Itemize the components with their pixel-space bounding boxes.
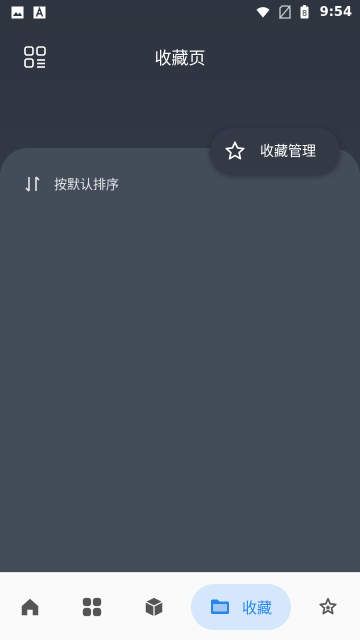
folder-icon (210, 598, 230, 616)
nav-favorites[interactable]: 收藏 (191, 584, 291, 630)
bottom-nav: 收藏 (0, 572, 360, 640)
status-right: 8 9:54 (256, 5, 352, 20)
home-icon (19, 596, 41, 618)
nav-home[interactable] (10, 585, 50, 629)
status-left (10, 5, 46, 19)
status-bar: 8 9:54 (0, 0, 360, 24)
sort-label: 按默认排序 (54, 178, 120, 193)
nav-featured[interactable] (308, 585, 348, 629)
star-icon (224, 140, 246, 162)
manage-label: 收藏管理 (260, 144, 316, 160)
apps-icon (81, 596, 103, 618)
favorites-manage-button[interactable]: 收藏管理 (210, 128, 340, 174)
favorites-screen: 8 9:54 收藏页 按默认排序 收藏管理 收藏 (0, 0, 360, 640)
header: 收藏页 (0, 24, 360, 88)
cube-icon (143, 596, 165, 618)
battery-level: 8 (302, 9, 307, 18)
nav-cube[interactable] (134, 585, 174, 629)
page-title: 收藏页 (154, 49, 206, 69)
star-sparkle-icon (317, 596, 339, 618)
sort-button[interactable]: 按默认排序 (24, 174, 119, 193)
nav-favorites-label: 收藏 (241, 598, 272, 617)
font-icon (32, 5, 46, 19)
wifi-icon (256, 5, 270, 19)
nav-apps[interactable] (72, 585, 112, 629)
content-card: 按默认排序 (0, 148, 360, 578)
no-sim-icon (278, 5, 292, 19)
status-time: 9:54 (319, 4, 352, 20)
image-icon (10, 5, 24, 19)
sort-icon (24, 175, 42, 192)
battery-icon: 8 (300, 5, 310, 19)
